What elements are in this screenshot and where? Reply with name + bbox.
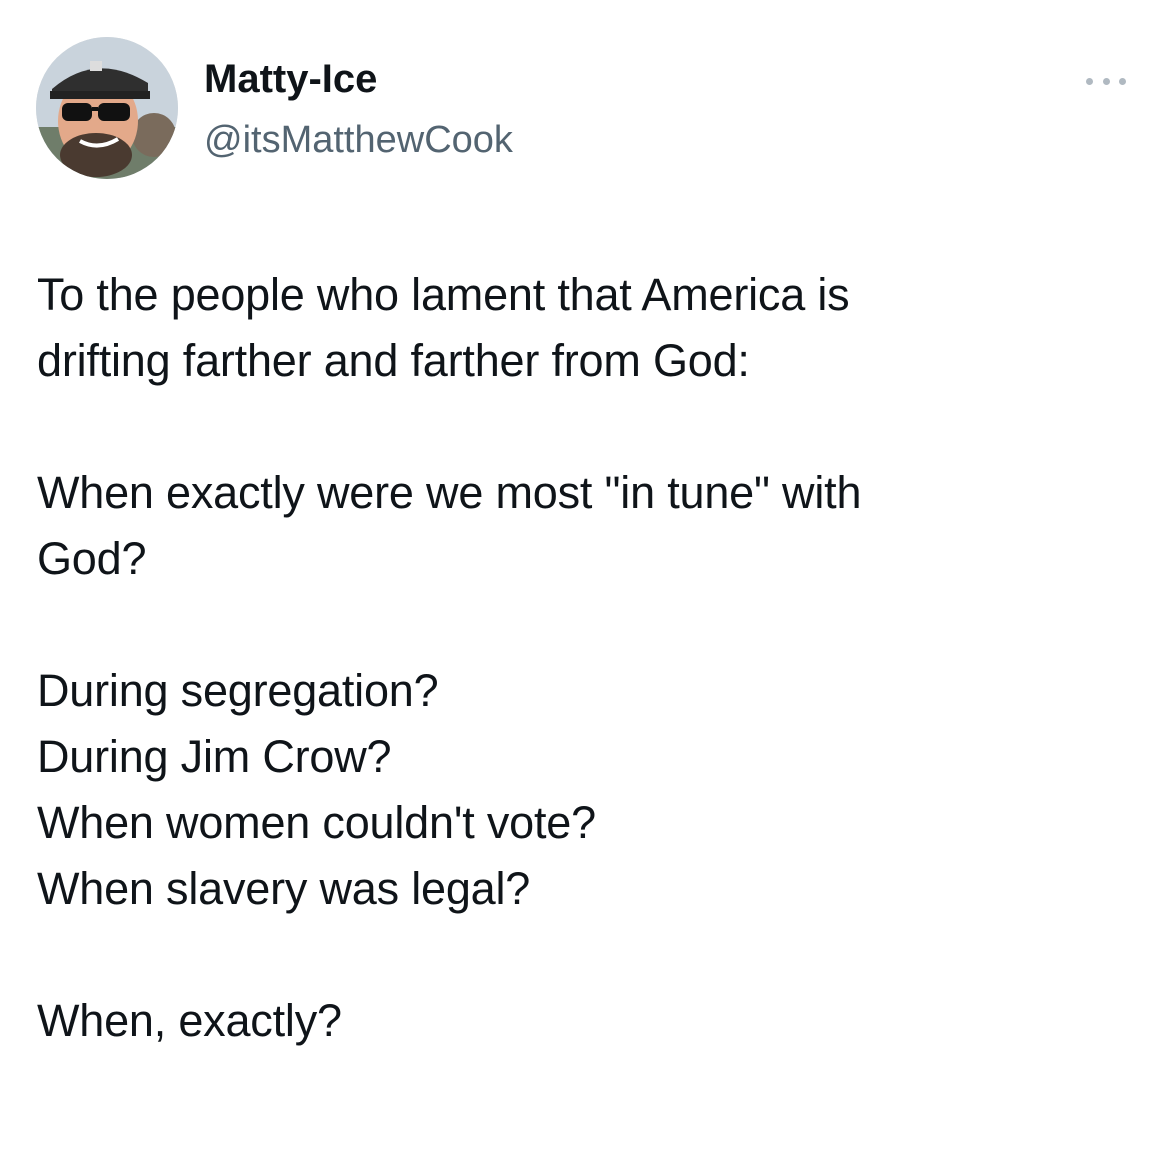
- tweet-text-line: When exactly were we most "in tune" with: [37, 467, 862, 518]
- tweet-text-line: God?: [37, 533, 147, 584]
- tweet-text-line: During segregation?: [37, 665, 439, 716]
- user-handle[interactable]: @itsMatthewCook: [204, 117, 513, 163]
- tweet-text-line: When, exactly?: [37, 995, 342, 1046]
- user-info: Matty-Ice @itsMatthewCook: [204, 55, 513, 163]
- tweet-text-line: When women couldn't vote?: [37, 797, 596, 848]
- more-options-button[interactable]: [1086, 73, 1126, 89]
- tweet-text-line: drifting farther and farther from God:: [37, 335, 750, 386]
- tweet-text: To the people who lament that America is…: [37, 262, 1137, 1054]
- ellipsis-icon: [1086, 77, 1093, 85]
- tweet-text-line: To the people who lament that America is: [37, 269, 850, 320]
- avatar[interactable]: [36, 37, 178, 179]
- tweet-header: Matty-Ice @itsMatthewCook: [36, 37, 1134, 179]
- profile-photo-icon: [36, 37, 178, 179]
- ellipsis-icon: [1102, 77, 1110, 85]
- tweet-text-line: During Jim Crow?: [37, 731, 392, 782]
- display-name[interactable]: Matty-Ice: [204, 55, 513, 103]
- ellipsis-icon: [1119, 77, 1126, 85]
- tweet: Matty-Ice @itsMatthewCook To the people …: [0, 0, 1170, 1165]
- tweet-text-line: When slavery was legal?: [37, 863, 531, 914]
